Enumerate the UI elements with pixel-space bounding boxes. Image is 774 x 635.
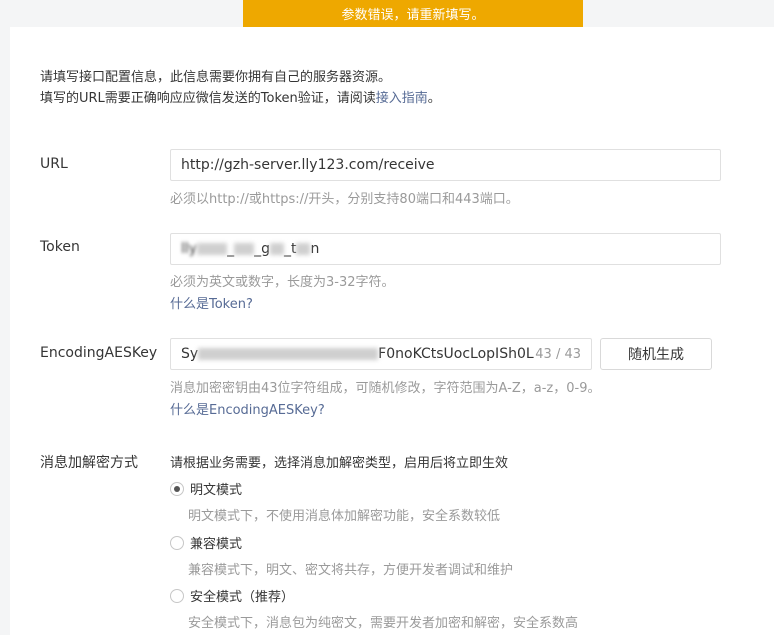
access-guide-link[interactable]: 接入指南 (376, 91, 428, 106)
token-value-mid3: _t (283, 241, 297, 257)
radio-plaintext-label: 明文模式 (190, 483, 243, 498)
random-generate-button[interactable]: 随机生成 (600, 338, 712, 370)
aes-value-suffix: F0noKCtsUocLopISh0L (378, 346, 534, 362)
token-label: Token (40, 239, 80, 255)
intro-text: 请填写接口配置信息，此信息需要你拥有自己的服务器资源。 填写的URL需要正确响应… (40, 67, 441, 109)
url-hint: 必须以http://或https://开头，分别支持80端口和443端口。 (170, 192, 519, 207)
token-redacted-2 (234, 243, 255, 255)
aes-input[interactable]: Sy F0noKCtsUocLopISh0L 43 / 43 (170, 338, 592, 370)
error-toast-text: 参数错误，请重新填写。 (341, 8, 485, 23)
aes-char-counter: 43 / 43 (535, 346, 581, 362)
token-redacted-1 (197, 243, 228, 255)
encryption-label: 消息加解密方式 (40, 455, 138, 471)
aes-hint: 消息加密密钥由43位字符组成，可随机修改，字符范围为A-Z，a-z，0-9。 (170, 381, 601, 396)
token-value-suffix: n (310, 241, 320, 257)
token-value-mid1: _ (227, 241, 235, 257)
intro-line-2-suffix: 。 (427, 91, 441, 106)
aes-redacted (198, 348, 379, 360)
token-redacted-4 (296, 243, 311, 255)
encryption-intro: 请根据业务需要，选择消息加解密类型，启用后将立即生效 (170, 456, 509, 471)
secure-mode-desc: 安全模式下，消息包为纯密文，需要开发者加密和解密，安全系数高 (188, 616, 579, 631)
intro-line-2-prefix: 填写的URL需要正确响应应微信发送的Token验证，请阅读 (40, 91, 376, 106)
radio-secure-mode[interactable]: 安全模式（推荐） (170, 586, 294, 605)
url-input-value: http://gzh-server.lly123.com/receive (181, 157, 435, 173)
radio-unchecked-icon[interactable] (170, 535, 184, 550)
aes-label: EncodingAESKey (40, 345, 158, 361)
aes-value-prefix: Sy (181, 346, 199, 362)
radio-checked-icon[interactable] (170, 481, 184, 496)
radio-compatible-mode[interactable]: 兼容模式 (170, 533, 242, 552)
compatible-mode-desc: 兼容模式下，明文、密文将共存，方便开发者调试和维护 (188, 563, 514, 578)
radio-secure-label: 安全模式（推荐） (190, 590, 295, 605)
what-is-aes-link[interactable]: 什么是EncodingAESKey? (170, 399, 325, 418)
plaintext-mode-desc: 明文模式下，不使用消息体加解密功能，安全系数较低 (188, 509, 501, 524)
intro-line-1: 请填写接口配置信息，此信息需要你拥有自己的服务器资源。 (40, 70, 392, 85)
token-redacted-3 (269, 243, 284, 255)
error-toast: 参数错误，请重新填写。 (243, 0, 583, 27)
token-value-mid2: _g (254, 241, 270, 257)
radio-compatible-label: 兼容模式 (190, 537, 243, 552)
url-input[interactable]: http://gzh-server.lly123.com/receive (170, 149, 721, 181)
what-is-token-link[interactable]: 什么是Token? (170, 293, 253, 312)
radio-plaintext-mode[interactable]: 明文模式 (170, 479, 242, 498)
radio-unchecked-icon[interactable] (170, 588, 184, 603)
intro-line-2: 填写的URL需要正确响应应微信发送的Token验证，请阅读接入指南。 (40, 88, 441, 109)
token-hint: 必须为英文或数字，长度为3-32字符。 (170, 275, 395, 290)
config-card: 请填写接口配置信息，此信息需要你拥有自己的服务器资源。 填写的URL需要正确响应… (10, 27, 774, 635)
token-value-prefix: lly (181, 241, 198, 257)
url-label: URL (40, 156, 68, 172)
token-input[interactable]: lly _ _g _t n (170, 233, 721, 265)
